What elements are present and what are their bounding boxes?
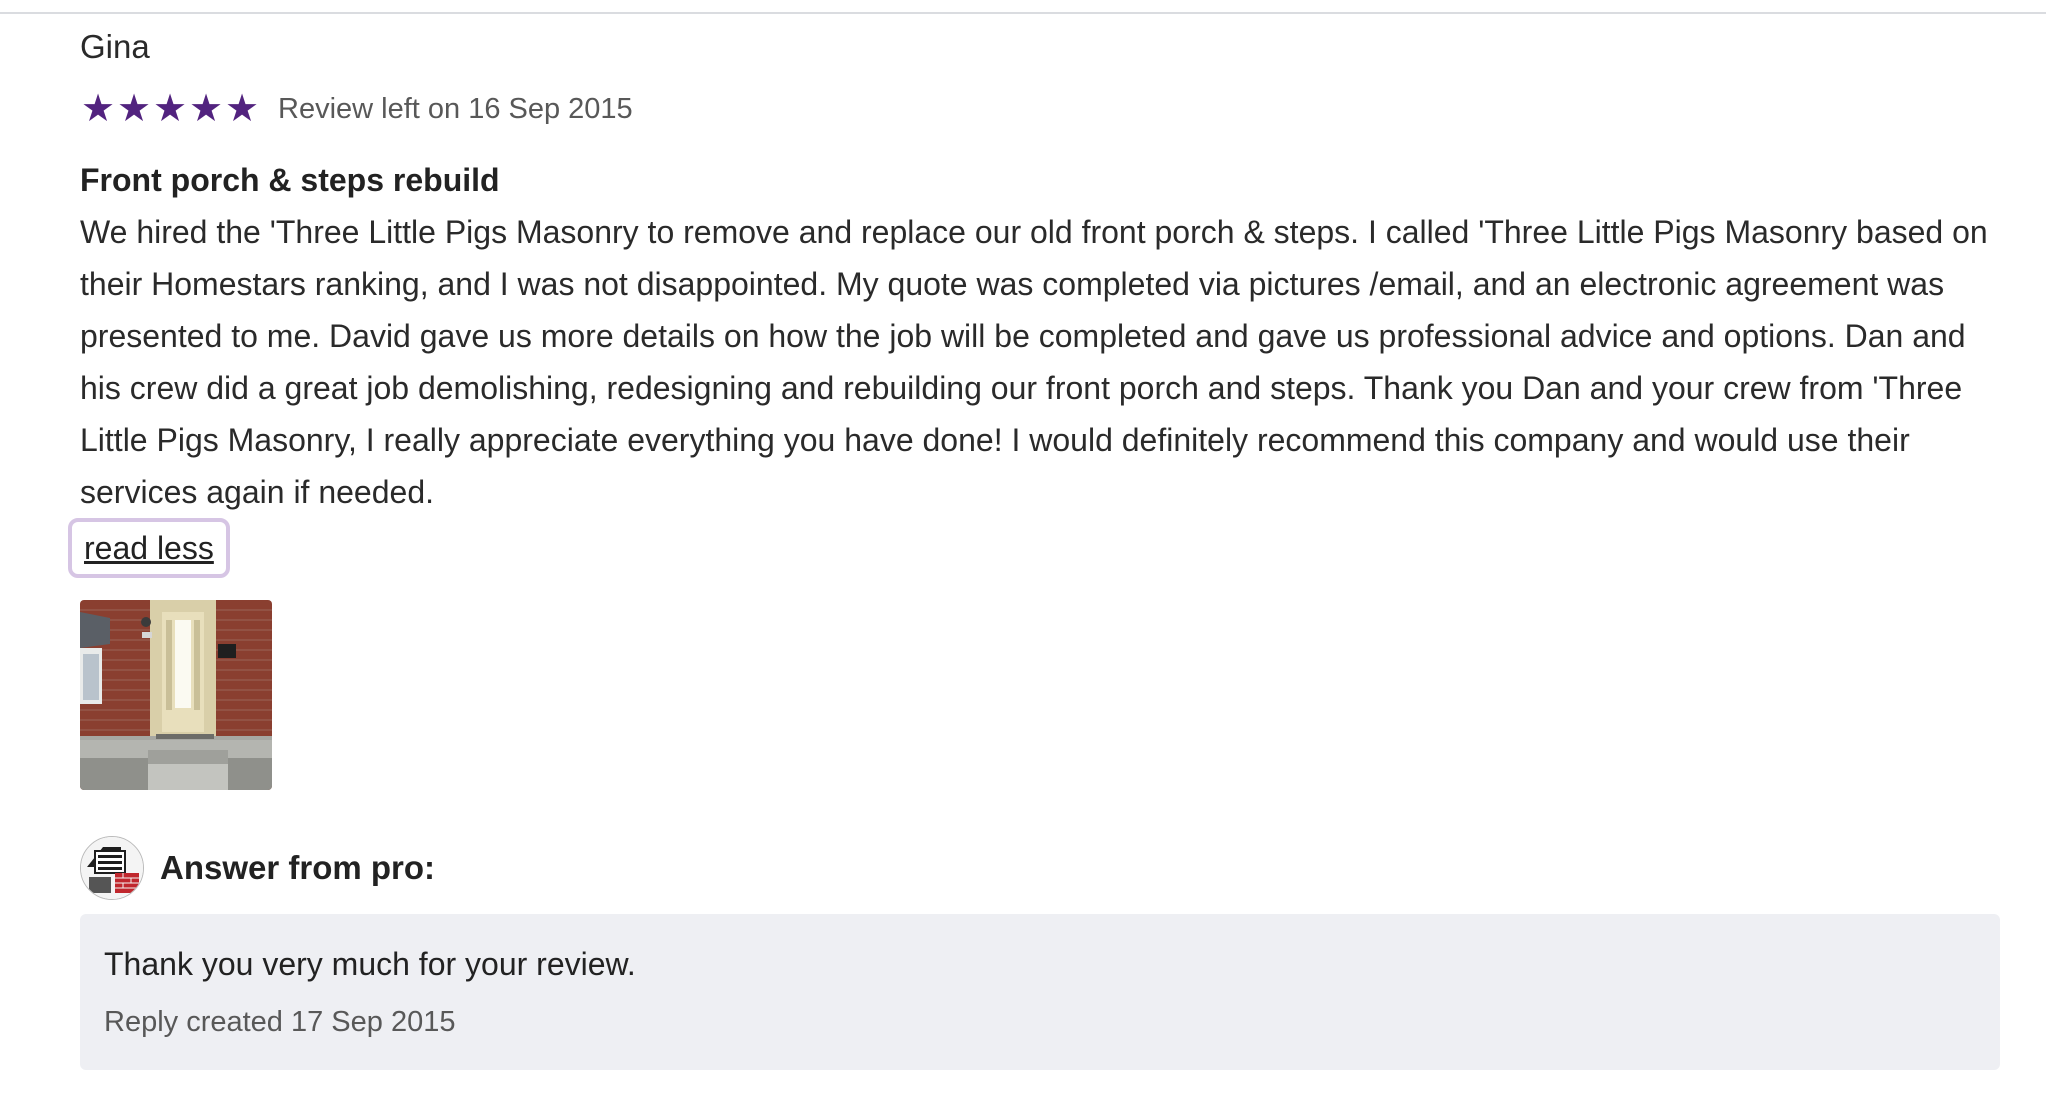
review-body: We hired the 'Three Little Pigs Masonry … (80, 214, 1988, 510)
pro-answer-label: Answer from pro: (160, 849, 436, 886)
star-icon: ★ (152, 88, 188, 130)
pro-reply-text: Thank you very much for your review. (104, 946, 636, 982)
star-rating: ★ ★ ★ ★ ★ (80, 90, 260, 128)
pro-answer-header: Answer from pro: (80, 836, 2000, 900)
read-less-focus-ring: read less (68, 518, 230, 578)
read-less-link[interactable]: read less (84, 530, 214, 566)
review-title: Front porch & steps rebuild (80, 162, 500, 198)
review-date: Review left on 16 Sep 2015 (278, 92, 633, 125)
star-icon: ★ (224, 88, 260, 130)
review-photo-thumbnail[interactable] (80, 600, 272, 790)
company-logo-icon (81, 837, 143, 899)
review-meta: ★ ★ ★ ★ ★ Review left on 16 Sep 2015 (80, 86, 2000, 132)
review-card: Gina ★ ★ ★ ★ ★ Review left on 16 Sep 201… (68, 24, 2000, 1070)
pro-reply-date: Reply created 17 Sep 2015 (104, 1006, 456, 1038)
star-icon: ★ (116, 88, 152, 130)
company-logo-avatar (80, 836, 144, 900)
reviewer-name: Gina (80, 28, 150, 65)
star-icon: ★ (80, 88, 116, 130)
top-divider (0, 12, 2046, 14)
star-icon: ★ (188, 88, 224, 130)
pro-reply-box: Thank you very much for your review. Rep… (80, 914, 2000, 1070)
front-porch-photo (80, 600, 272, 790)
